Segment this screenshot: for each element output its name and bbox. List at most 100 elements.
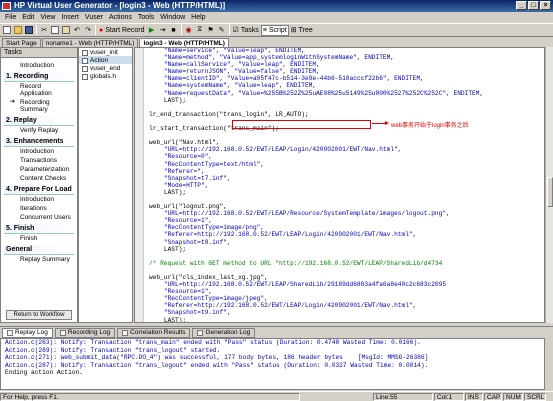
code-line: "Snapshot=t7.inf", [149, 174, 231, 182]
code-line: lr_end_transaction("trans_login", LR_AUT… [149, 110, 309, 118]
task-parameterization[interactable]: Parameterization [4, 165, 74, 174]
tab-generation-log[interactable]: Generation Log [192, 327, 256, 338]
record-icon: ● [99, 26, 104, 34]
cut-button[interactable]: ✂ [39, 25, 49, 36]
menu-actions[interactable]: Actions [106, 14, 135, 21]
file-item[interactable]: vuser_init [79, 48, 132, 56]
file-name: Action [90, 57, 109, 64]
correlation-icon [122, 329, 129, 336]
maximize-button[interactable]: □ [528, 1, 539, 10]
editor-vertical-scrollbar[interactable] [545, 47, 553, 323]
code-line: web_url("cls_index_last_xg.jpg", [149, 274, 268, 281]
tab-label: Generation Log [205, 328, 251, 336]
save-button[interactable] [24, 25, 34, 36]
stop-icon: ■ [171, 26, 176, 34]
annotation-arrowhead [385, 121, 389, 125]
menu-file[interactable]: File [2, 14, 19, 21]
status-num: NUM [503, 392, 523, 401]
code-line: "Name=returnJSON", "Value=false", ENDITE… [149, 68, 320, 76]
task-load-introduction[interactable]: Introduction [4, 195, 74, 204]
code-line: "URL=http://192.168.0.52/EWT/LEAP/Login/… [149, 146, 402, 154]
script-icon: ≡ [262, 26, 267, 34]
menu-edit[interactable]: Edit [19, 14, 37, 21]
tab-replay-log[interactable]: Replay Log [2, 327, 53, 338]
rendezvous-button[interactable]: ⚑ [206, 25, 216, 36]
task-section-title[interactable]: 2. Replay [4, 116, 74, 126]
menu-bar: File Edit View Insert Vuser Actions Tool… [0, 12, 553, 23]
return-to-workflow-button[interactable]: Return to Workflow [6, 310, 72, 320]
file-name: vuser_init [90, 49, 118, 56]
step-button[interactable]: ⇥ [158, 25, 168, 36]
script-code[interactable]: "Name=service", "Value=leap", ENDITEM, "… [149, 48, 483, 322]
replay-log-pane[interactable]: Action.c(263): Notify: Transaction "tran… [0, 338, 545, 390]
script-view-button[interactable]: ≡ Script [260, 24, 289, 36]
task-section-replay: 2. Replay Verify Replay [4, 116, 74, 135]
task-finish[interactable]: Finish [4, 234, 74, 243]
task-section-title[interactable]: 3. Enhancements [4, 137, 74, 147]
start-record-button[interactable]: ● Start Record [98, 25, 146, 36]
file-item[interactable]: vuser_end [79, 64, 132, 72]
play-button[interactable]: ▶ [147, 25, 157, 36]
highlight-box [232, 120, 371, 129]
rendezvous-icon: ⚑ [207, 27, 214, 34]
undo-button[interactable]: ↶ [72, 25, 82, 36]
play-icon: ▶ [148, 27, 155, 34]
stop-button[interactable]: ■ [169, 25, 179, 36]
minimize-button[interactable]: _ [516, 1, 527, 10]
task-content-checks[interactable]: Content Checks [4, 174, 74, 183]
menu-vuser[interactable]: Vuser [82, 14, 106, 21]
file-item[interactable]: globals.h [79, 72, 132, 80]
file-name: globals.h [90, 73, 117, 80]
scrollbar-thumb[interactable] [547, 177, 553, 207]
open-button[interactable] [13, 25, 23, 36]
task-replay-summary[interactable]: Replay Summary [4, 255, 74, 264]
code-line: "Resource=1", [149, 217, 213, 225]
task-iterations[interactable]: Iterations [4, 204, 74, 213]
task-introduction[interactable]: Introduction [4, 61, 77, 70]
task-record-application[interactable]: Record Application [4, 82, 74, 98]
task-section-recording: 1. Recording Record Application Recordin… [4, 72, 74, 114]
task-section-title[interactable]: General [4, 245, 74, 255]
transaction-button[interactable]: ⧖ [195, 25, 205, 36]
c-file-icon [82, 57, 88, 64]
task-concurrent-users[interactable]: Concurrent Users [4, 213, 74, 222]
menu-tools[interactable]: Tools [135, 14, 157, 21]
breakpoint-button[interactable]: ◉ [184, 25, 194, 36]
task-enh-introduction[interactable]: Introduction [4, 147, 74, 156]
code-line: LAST); [149, 188, 187, 196]
save-icon [25, 26, 33, 34]
comment-button[interactable]: ✎ [217, 25, 227, 36]
menu-insert[interactable]: Insert [58, 14, 82, 21]
tree-view-button[interactable]: ⊞ Tree [290, 25, 314, 36]
file-item[interactable]: Action [79, 56, 132, 64]
tab-recording-log[interactable]: Recording Log [54, 327, 116, 338]
tab-correlation-results[interactable]: Correlation Results [117, 327, 191, 338]
paste-button[interactable] [61, 25, 71, 36]
task-section-general: General Replay Summary [4, 245, 74, 264]
task-section-title[interactable]: 1. Recording [4, 72, 74, 82]
start-record-label: Start Record [105, 26, 145, 34]
menu-help[interactable]: Help [188, 14, 208, 21]
task-recording-summary[interactable]: Recording Summary [4, 98, 74, 114]
redo-button[interactable]: ↷ [83, 25, 93, 36]
task-section-prepare-load: 4. Prepare For Load Introduction Iterati… [4, 185, 74, 222]
output-tabs: Replay Log Recording Log Correlation Res… [0, 326, 553, 338]
task-transactions[interactable]: Transactions [4, 156, 74, 165]
close-button[interactable]: × [540, 1, 551, 10]
script-editor[interactable]: "Name=service", "Value=leap", ENDITEM, "… [134, 47, 545, 323]
task-section-title[interactable]: 5. Finish [4, 224, 74, 234]
tab-noname1[interactable]: noname1 - Web (HTTP/HTML) [41, 38, 139, 47]
task-verify-replay[interactable]: Verify Replay [4, 126, 74, 135]
copy-button[interactable] [50, 25, 60, 36]
menu-view[interactable]: View [37, 14, 58, 21]
tasks-toggle[interactable]: ☑ Tasks [232, 25, 260, 36]
new-file-icon [3, 26, 11, 34]
tab-login3[interactable]: login3 - Web (HTTP/HTML) [139, 38, 229, 47]
log-line: Action.c(271): web_submit_data("RPC.DO_4… [5, 354, 429, 362]
new-button[interactable] [2, 25, 12, 36]
tab-start-page[interactable]: Start Page [2, 38, 41, 47]
menu-window[interactable]: Window [157, 14, 188, 21]
code-line: "Resource=0", [149, 153, 213, 161]
task-section-title[interactable]: 4. Prepare For Load [4, 185, 74, 195]
